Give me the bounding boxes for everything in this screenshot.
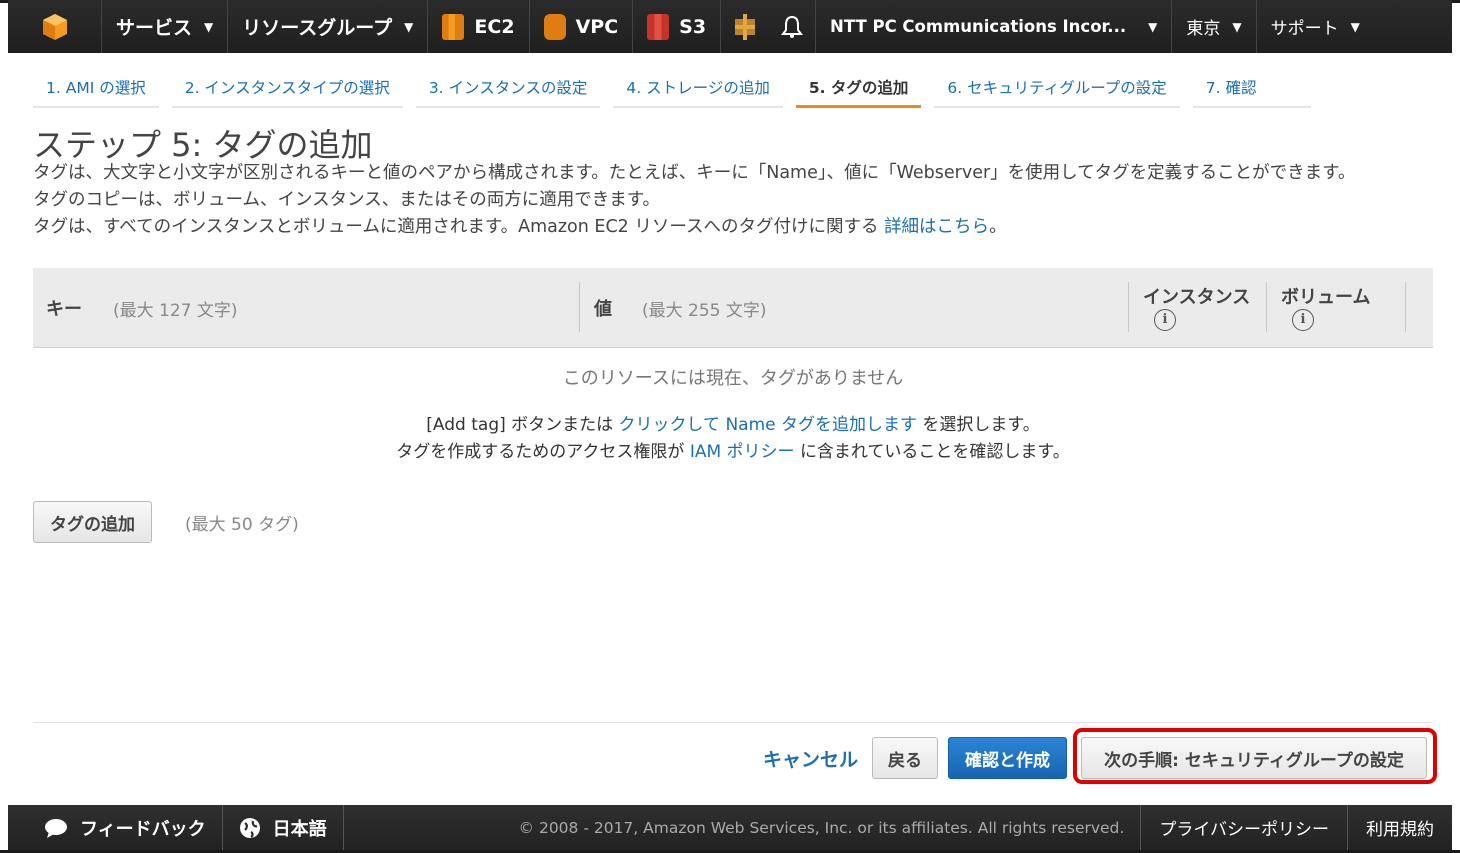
step-choose-ami[interactable]: 1. AMI の選択 — [33, 68, 159, 108]
help-line-1-suffix: を選択します。 — [922, 415, 1040, 435]
language-label: 日本語 — [272, 818, 327, 840]
shortcut-vpc[interactable]: VPC — [530, 0, 634, 53]
globe-icon — [239, 817, 260, 838]
ec2-icon — [442, 13, 465, 40]
wizard-steps: 1. AMI の選択 2. インスタンスタイプの選択 3. インスタンスの設定 … — [33, 68, 1324, 108]
step-add-tags[interactable]: 5. タグの追加 — [795, 68, 922, 108]
tags-table-header: キー (最大 127 文字) 値 (最大 255 文字) インスタンス i ボリ… — [33, 268, 1433, 348]
chevron-down-icon: ▼ — [1350, 19, 1360, 34]
shortcut-ec2[interactable]: EC2 — [428, 0, 530, 53]
region-label: 東京 — [1186, 19, 1221, 39]
aws-cube-icon — [42, 13, 67, 40]
aws-logo[interactable] — [8, 0, 102, 53]
bell-icon — [781, 15, 804, 38]
services-label: サービス — [116, 17, 193, 39]
column-divider — [579, 282, 580, 332]
vpc-icon — [543, 13, 566, 40]
help-line-2: タグを作成するためのアクセス権限が IAM ポリシー に含まれていることを確認し… — [33, 437, 1433, 462]
volumes-column-header: ボリューム — [1281, 287, 1371, 308]
highlight-annotation — [1073, 728, 1437, 784]
review-and-launch-button[interactable]: 確認と作成 — [948, 737, 1067, 779]
divider — [33, 722, 1433, 723]
description-line-1: タグは、大文字と小文字が区別されるキーと値のペアから構成されます。たとえば、キー… — [33, 163, 1356, 183]
help-line-2-suffix: に含まれていることを確認します。 — [799, 442, 1070, 462]
copyright-text: © 2008 - 2017, Amazon Web Services, Inc.… — [503, 805, 1142, 850]
shortcut-vpc-label: VPC — [575, 15, 619, 38]
resource-groups-menu[interactable]: リソースグループ ▼ — [228, 0, 429, 53]
step-add-storage[interactable]: 4. ストレージの追加 — [613, 68, 783, 108]
value-column-header: 値 — [594, 299, 612, 320]
pin-service-icon — [735, 13, 756, 40]
resource-groups-label: リソースグループ — [242, 17, 393, 39]
max-tags-hint: (最大 50 タグ) — [185, 515, 299, 535]
iam-policy-link[interactable]: IAM ポリシー — [690, 442, 795, 462]
column-divider — [1128, 282, 1129, 332]
add-tag-button[interactable]: タグの追加 — [33, 501, 152, 543]
description-line-2: タグのコピーは、ボリューム、インスタンス、またはその両方に適用できます。 — [33, 190, 661, 210]
description-line-3-text: タグは、すべてのインスタンスとボリュームに適用されます。Amazon EC2 リ… — [33, 217, 879, 237]
step-review[interactable]: 7. 確認 — [1192, 68, 1312, 108]
cancel-link[interactable]: キャンセル — [763, 745, 858, 772]
terms-of-use-link[interactable]: 利用規約 — [1348, 805, 1452, 850]
chevron-down-icon: ▼ — [1232, 19, 1242, 34]
help-line-2-text: タグを作成するためのアクセス権限が — [396, 442, 685, 462]
feedback-button[interactable]: フィードバック — [8, 805, 223, 850]
notifications-button[interactable] — [769, 0, 817, 53]
account-menu[interactable]: NTT PC Communications Incor... ▼ — [816, 0, 1173, 53]
value-column-hint: (最大 255 文字) — [642, 301, 767, 321]
support-label: サポート — [1270, 19, 1339, 39]
footer-bar: フィードバック 日本語 © 2008 - 2017, Amazon Web Se… — [8, 805, 1452, 850]
shortcut-s3[interactable]: S3 — [633, 0, 722, 53]
step-configure-security-group[interactable]: 6. セキュリティグループの設定 — [934, 68, 1180, 108]
pin-button[interactable] — [721, 0, 769, 53]
s3-icon — [647, 13, 670, 40]
account-name: NTT PC Communications Incor... — [830, 17, 1127, 36]
help-line-1-text: [Add tag] ボタンまたは — [426, 415, 614, 435]
top-navigation-bar: サービス ▼ リソースグループ ▼ EC2 VPC S3 NTT PC Comm… — [8, 0, 1452, 53]
back-button[interactable]: 戻る — [872, 737, 938, 779]
column-divider — [1266, 282, 1267, 332]
learn-more-link[interactable]: 詳細はこちら — [884, 217, 989, 237]
chevron-down-icon: ▼ — [404, 19, 414, 34]
feedback-label: フィードバック — [80, 818, 206, 840]
no-tags-message: このリソースには現在、タグがありません — [562, 368, 904, 389]
add-name-tag-link[interactable]: クリックして Name タグを追加します — [619, 415, 917, 435]
instances-column-header: インスタンス — [1143, 287, 1251, 308]
shortcut-ec2-label: EC2 — [474, 15, 515, 38]
privacy-policy-link[interactable]: プライバシーポリシー — [1141, 805, 1348, 850]
key-column-header: キー — [46, 299, 82, 320]
key-column-hint: (最大 127 文字) — [113, 301, 238, 321]
page-description: タグは、大文字と小文字が区別されるキーと値のペアから構成されます。たとえば、キー… — [33, 160, 1355, 241]
step-choose-instance-type[interactable]: 2. インスタンスタイプの選択 — [171, 68, 403, 108]
language-selector[interactable]: 日本語 — [223, 805, 344, 850]
step-configure-instance[interactable]: 3. インスタンスの設定 — [415, 68, 601, 108]
chevron-down-icon: ▼ — [1148, 19, 1158, 34]
support-menu[interactable]: サポート ▼ — [1257, 0, 1374, 53]
description-line-3-suffix: 。 — [989, 217, 1007, 237]
chevron-down-icon: ▼ — [204, 19, 214, 34]
help-line-1: [Add tag] ボタンまたは クリックして Name タグを追加します を選… — [33, 410, 1433, 435]
shortcut-s3-label: S3 — [679, 15, 707, 38]
speech-bubble-icon — [45, 818, 67, 838]
volumes-info-icon[interactable]: i — [1292, 309, 1314, 331]
region-menu[interactable]: 東京 ▼ — [1172, 0, 1257, 53]
column-divider — [1405, 282, 1406, 332]
instances-info-icon[interactable]: i — [1154, 309, 1176, 331]
description-line-3: タグは、すべてのインスタンスとボリュームに適用されます。Amazon EC2 リ… — [33, 214, 1355, 241]
services-menu[interactable]: サービス ▼ — [102, 0, 229, 53]
